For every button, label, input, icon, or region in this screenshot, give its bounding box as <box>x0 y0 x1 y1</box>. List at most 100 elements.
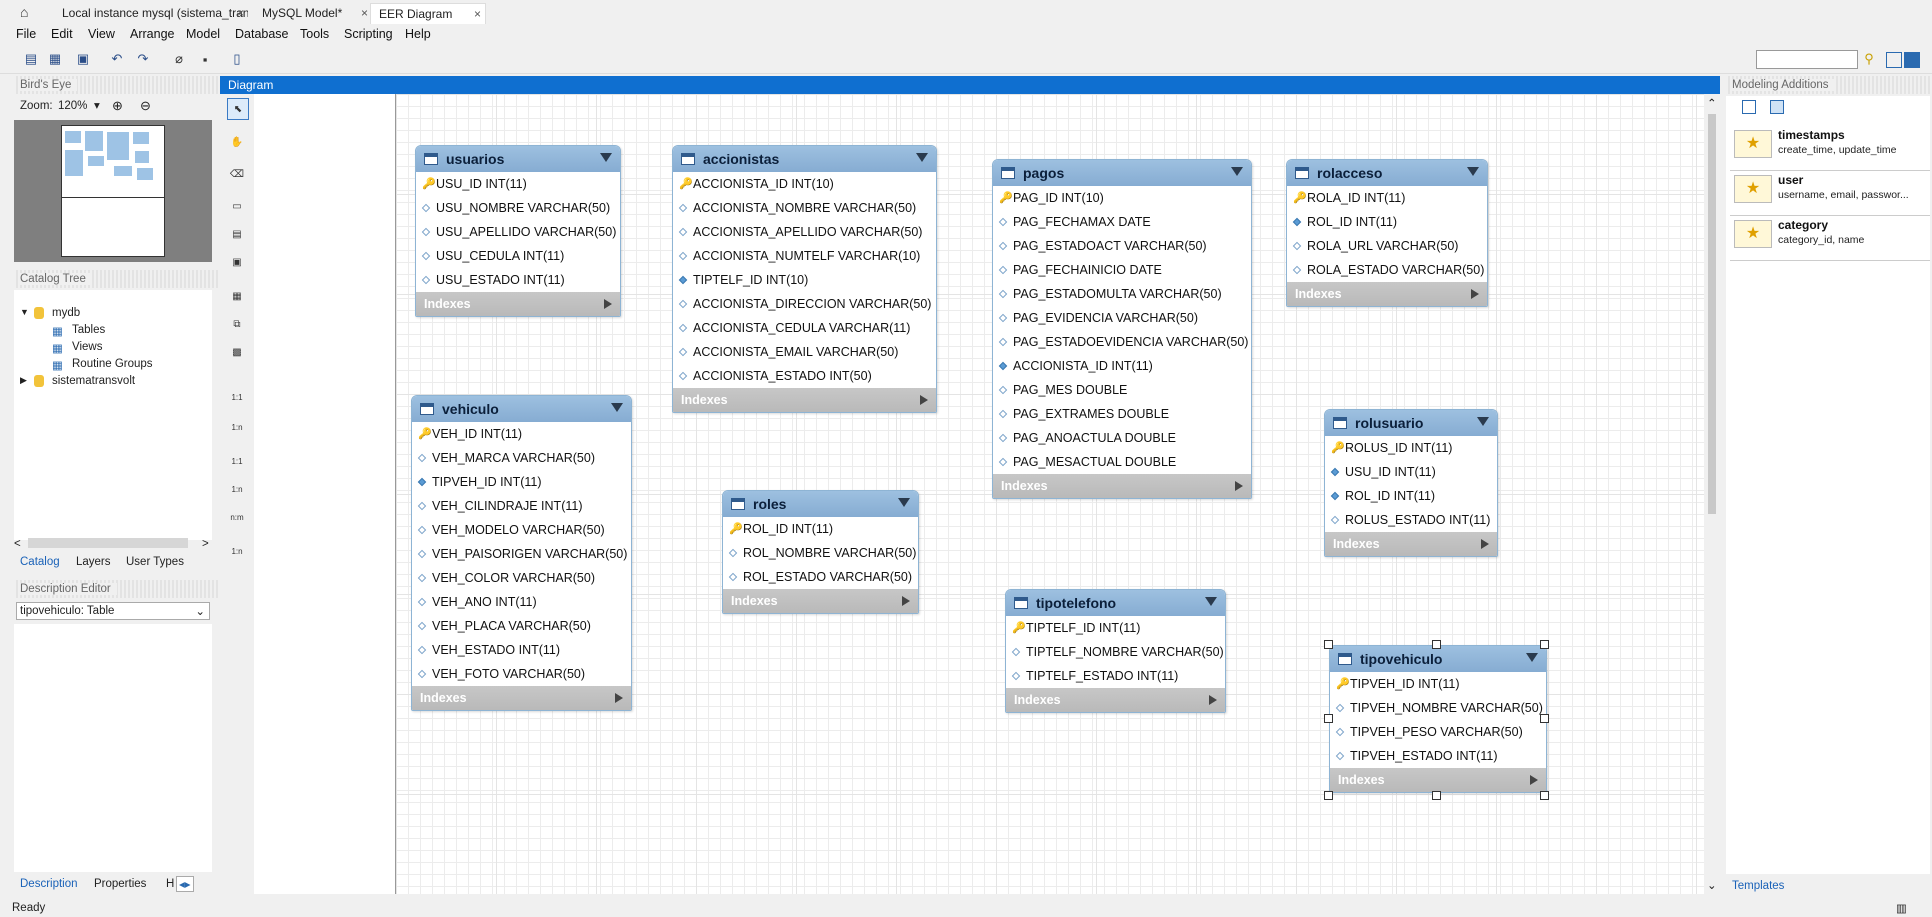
add-template-icon[interactable] <box>1742 100 1756 114</box>
table-column[interactable]: ACCIONISTA_ID INT(11) <box>993 354 1251 378</box>
tab-mysql-model[interactable]: MySQL Model* × <box>254 3 372 23</box>
chevron-down-icon[interactable]: ▾ <box>94 98 100 112</box>
table-column[interactable]: USU_NOMBRE VARCHAR(50) <box>416 196 620 220</box>
scroll-up-icon[interactable]: ⌃ <box>1707 96 1717 110</box>
table-rolusuario[interactable]: rolusuario 🔑 ROLUS_ID INT(11) USU_ID INT(11… <box>1324 409 1498 557</box>
table-column[interactable]: PAG_ESTADOEVIDENCIA VARCHAR(50) <box>993 330 1251 354</box>
search-icon[interactable]: ⚲ <box>1860 50 1878 68</box>
table-column[interactable]: VEH_ANO INT(11) <box>412 590 631 614</box>
scroll-down-icon[interactable]: ⌄ <box>1707 878 1717 892</box>
resize-handle[interactable] <box>1540 791 1549 800</box>
vertical-scrollbar[interactable]: ⌃ ⌄ <box>1704 94 1720 894</box>
table-column[interactable]: PAG_FECHAINICIO DATE <box>993 258 1251 282</box>
table-column[interactable]: PAG_EVIDENCIA VARCHAR(50) <box>993 306 1251 330</box>
menu-model[interactable]: Model <box>186 24 220 44</box>
template-category[interactable]: ★ category category_id, name <box>1730 216 1930 261</box>
table-column[interactable]: 🔑 ROLUS_ID INT(11) <box>1325 436 1497 460</box>
rel-1-1-identifying-icon[interactable]: 1:1 <box>227 388 247 408</box>
layer-tool-icon[interactable]: ▭ <box>227 196 247 216</box>
tab-layers[interactable]: Layers <box>76 556 111 568</box>
indexes-section[interactable]: Indexes <box>1325 532 1497 556</box>
close-icon[interactable]: × <box>237 3 244 23</box>
scroll-left-icon[interactable]: < <box>14 538 21 550</box>
table-tipovehiculo[interactable]: tipovehiculo 🔑 TIPVEH_ID INT(11) TIPVEH_NOM… <box>1329 645 1547 793</box>
menu-tools[interactable]: Tools <box>300 24 329 44</box>
menu-database[interactable]: Database <box>235 24 289 44</box>
table-column[interactable]: 🔑 PAG_ID INT(10) <box>993 186 1251 210</box>
table-column[interactable]: ACCIONISTA_ESTADO INT(50) <box>673 364 936 388</box>
table-column[interactable]: ACCIONISTA_DIRECCION VARCHAR(50) <box>673 292 936 316</box>
edit-template-icon[interactable] <box>1770 100 1784 114</box>
tab-local-instance[interactable]: Local instance mysql (sistema_tran... × <box>54 3 248 23</box>
table-vehiculo[interactable]: vehiculo 🔑 VEH_ID INT(11) VEH_MARCA VARCHAR… <box>411 395 632 711</box>
redo-icon[interactable]: ↷ <box>134 50 152 68</box>
table-column[interactable]: ROLUS_ESTADO INT(11) <box>1325 508 1497 532</box>
routine-group-tool-icon[interactable]: ▩ <box>227 342 247 362</box>
object-select[interactable]: tipovehiculo: Table ⌄ <box>16 602 210 620</box>
tree-item-sistematransvolt[interactable]: sistematransvolt <box>52 375 135 387</box>
resize-handle[interactable] <box>1324 791 1333 800</box>
zoom-select[interactable]: 120% <box>58 100 87 112</box>
open-model-icon[interactable]: ▦ <box>46 50 64 68</box>
hand-tool-icon[interactable]: ✋ <box>227 132 247 152</box>
table-column[interactable]: USU_APELLIDO VARCHAR(50) <box>416 220 620 244</box>
table-pagos[interactable]: pagos 🔑 PAG_ID INT(10) PAG_FECHAMAX DATE PAG… <box>992 159 1252 499</box>
table-header[interactable]: rolacceso <box>1287 160 1487 186</box>
tree-item-mydb[interactable]: mydb <box>52 307 80 319</box>
table-header[interactable]: accionistas <box>673 146 936 172</box>
view-tool-icon[interactable]: ⧉ <box>227 314 247 334</box>
new-model-icon[interactable]: ▤ <box>22 50 40 68</box>
table-header[interactable]: tipovehiculo <box>1330 646 1546 672</box>
table-usuarios[interactable]: usuarios 🔑 USU_ID INT(11) USU_NOMBRE VARCHA… <box>415 145 621 317</box>
eraser-tool-icon[interactable]: ⌫ <box>227 164 247 184</box>
table-column[interactable]: VEH_FOTO VARCHAR(50) <box>412 662 631 686</box>
menu-view[interactable]: View <box>88 24 115 44</box>
menu-help[interactable]: Help <box>405 24 431 44</box>
note-tool-icon[interactable]: ▤ <box>227 224 247 244</box>
table-column[interactable]: PAG_ESTADOACT VARCHAR(50) <box>993 234 1251 258</box>
table-column[interactable]: ACCIONISTA_APELLIDO VARCHAR(50) <box>673 220 936 244</box>
table-column[interactable]: PAG_EXTRAMES DOUBLE <box>993 402 1251 426</box>
resize-handle[interactable] <box>1324 640 1333 649</box>
table-rolacceso[interactable]: rolacceso 🔑 ROLA_ID INT(11) ROL_ID INT(11) R… <box>1286 159 1488 307</box>
table-column[interactable]: 🔑 TIPVEH_ID INT(11) <box>1330 672 1546 696</box>
toggle-grid-icon[interactable]: ⌀ <box>170 50 188 68</box>
menu-arrange[interactable]: Arrange <box>130 24 174 44</box>
search-input[interactable] <box>1756 50 1858 69</box>
tab-user-types[interactable]: User Types <box>126 556 184 568</box>
table-column[interactable]: 🔑 VEH_ID INT(11) <box>412 422 631 446</box>
collapse-arrow-icon[interactable] <box>611 403 623 412</box>
table-header[interactable]: usuarios <box>416 146 620 172</box>
image-tool-icon[interactable]: ▣ <box>227 252 247 272</box>
pointer-tool-icon[interactable]: ⬉ <box>227 98 249 120</box>
table-column[interactable]: 🔑 TIPTELF_ID INT(11) <box>1006 616 1225 640</box>
table-column[interactable]: 🔑 ROLA_ID INT(11) <box>1287 186 1487 210</box>
table-column[interactable]: ACCIONISTA_NOMBRE VARCHAR(50) <box>673 196 936 220</box>
save-model-icon[interactable]: ▣ <box>74 50 92 68</box>
layout-icon[interactable]: ▥ <box>1896 901 1907 915</box>
chevron-down-icon[interactable]: ⌄ <box>195 604 205 618</box>
indexes-section[interactable]: Indexes <box>993 474 1251 498</box>
undo-icon[interactable]: ↶ <box>108 50 126 68</box>
rel-1-n-non-identifying-icon[interactable]: 1:n <box>227 480 247 500</box>
table-column[interactable]: PAG_ANOACTULA DOUBLE <box>993 426 1251 450</box>
close-icon[interactable]: × <box>474 4 481 24</box>
scrollbar-thumb[interactable] <box>1708 114 1716 514</box>
table-column[interactable]: TIPVEH_ID INT(11) <box>412 470 631 494</box>
collapse-arrow-icon[interactable] <box>1231 167 1243 176</box>
indexes-section[interactable]: Indexes <box>416 292 620 316</box>
collapse-arrow-icon[interactable] <box>1477 417 1489 426</box>
template-timestamps[interactable]: ★ timestamps create_time, update_time <box>1730 126 1930 171</box>
table-tool-icon[interactable]: ▦ <box>227 286 247 306</box>
align-to-grid-icon[interactable]: ▪ <box>196 50 214 68</box>
tree-item-views[interactable]: Views <box>72 341 102 353</box>
collapse-arrow-icon[interactable] <box>898 498 910 507</box>
horizontal-scrollbar[interactable] <box>28 538 188 548</box>
menu-edit[interactable]: Edit <box>51 24 73 44</box>
table-column[interactable]: ROLA_URL VARCHAR(50) <box>1287 234 1487 258</box>
table-column[interactable]: PAG_MESACTUAL DOUBLE <box>993 450 1251 474</box>
table-column[interactable]: TIPTELF_NOMBRE VARCHAR(50) <box>1006 640 1225 664</box>
indexes-section[interactable]: Indexes <box>1287 282 1487 306</box>
rel-n-m-icon[interactable]: n:m <box>227 508 247 528</box>
table-column[interactable]: TIPVEH_NOMBRE VARCHAR(50) <box>1330 696 1546 720</box>
